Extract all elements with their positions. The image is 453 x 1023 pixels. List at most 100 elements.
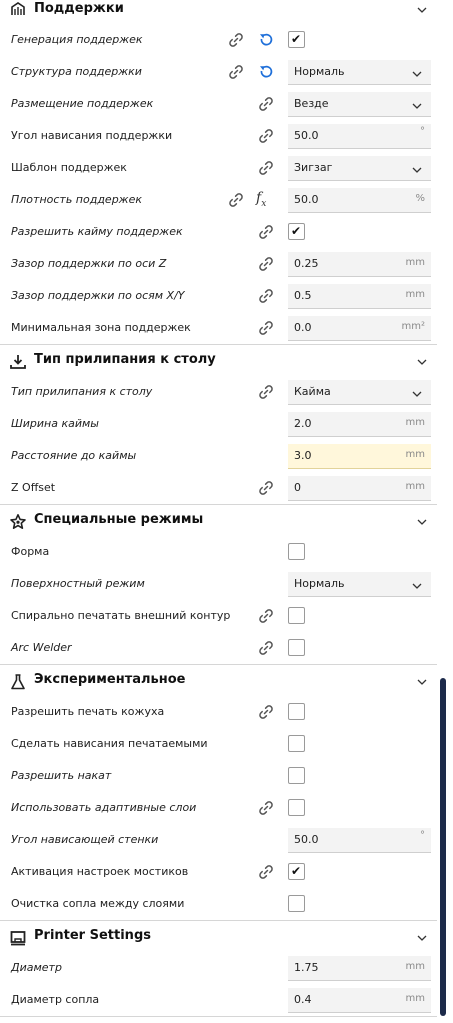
setting-row: Структура поддержки Нормаль xyxy=(0,56,437,88)
checkbox[interactable]: ✔ xyxy=(288,31,305,48)
setting-label: Генерация поддержек xyxy=(11,33,143,46)
setting-label: Z Offset xyxy=(11,481,56,494)
setting-label: Поверхностный режим xyxy=(11,577,145,590)
link-icon[interactable] xyxy=(227,63,245,81)
dropdown-select[interactable]: Зигзаг xyxy=(288,156,431,181)
check-icon: ✔ xyxy=(291,32,302,46)
input-value: 0.4 xyxy=(294,993,312,1006)
section-header-3[interactable]: Экспериментальное xyxy=(0,664,437,696)
fx-subscript: x xyxy=(261,198,267,209)
setting-row: Спирально печатать внешний контур xyxy=(0,600,437,632)
chevron-down-icon xyxy=(410,66,422,78)
setting-label: Зазор поддержки по оси Z xyxy=(11,257,167,270)
value-input[interactable]: 3.0 mm xyxy=(288,444,431,469)
section-header-2[interactable]: Специальные режимы xyxy=(0,504,437,536)
scrollbar[interactable] xyxy=(440,678,446,1016)
checkbox[interactable]: ✔ xyxy=(288,863,305,880)
select-value: Нормаль xyxy=(294,65,345,78)
function-icon[interactable]: fx xyxy=(256,190,266,209)
link-icon[interactable] xyxy=(257,319,275,337)
section-title: Поддержки xyxy=(34,1,124,16)
input-value: 1.75 xyxy=(294,961,319,974)
setting-row: Диаметр 1.75 mm xyxy=(0,952,437,984)
value-input[interactable]: 1.75 mm xyxy=(288,956,431,981)
checkbox[interactable] xyxy=(288,735,305,752)
setting-row: Разрешить печать кожуха xyxy=(0,696,437,728)
checkbox[interactable] xyxy=(288,767,305,784)
section-title: Тип прилипания к столу xyxy=(34,352,216,367)
setting-label: Очистка сопла между слоями xyxy=(11,897,185,910)
value-input[interactable]: 0.25 mm xyxy=(288,252,431,277)
setting-label: Структура поддержки xyxy=(11,65,142,78)
link-icon[interactable] xyxy=(257,799,275,817)
dropdown-select[interactable]: Кайма xyxy=(288,380,431,405)
setting-label: Расстояние до каймы xyxy=(11,449,137,462)
dropdown-select[interactable]: Нормаль xyxy=(288,60,431,85)
unit-label: mm xyxy=(405,449,425,460)
setting-row: Использовать адаптивные слои xyxy=(0,792,437,824)
select-value: Кайма xyxy=(294,385,331,398)
chevron-down-icon[interactable] xyxy=(415,2,429,16)
setting-label: Спирально печатать внешний контур xyxy=(11,609,231,622)
value-input[interactable]: 50.0% xyxy=(288,188,431,213)
unit-label: ° xyxy=(420,126,425,137)
link-icon[interactable] xyxy=(257,863,275,881)
unit-label: mm xyxy=(405,481,425,492)
link-icon[interactable] xyxy=(257,479,275,497)
chevron-down-icon xyxy=(410,386,422,398)
chevron-down-icon[interactable] xyxy=(415,354,429,368)
unit-label: mm xyxy=(405,289,425,300)
checkbox[interactable] xyxy=(288,799,305,816)
link-icon[interactable] xyxy=(257,703,275,721)
reset-icon[interactable] xyxy=(257,31,275,49)
value-input[interactable]: 0.4 mm xyxy=(288,988,431,1013)
checkbox[interactable]: ✔ xyxy=(288,223,305,240)
link-icon[interactable] xyxy=(227,191,245,209)
value-input[interactable]: 0.0 mm² xyxy=(288,316,431,341)
setting-row: Сделать нависания печатаемыми xyxy=(0,728,437,760)
setting-label: Угол нависания поддержки xyxy=(11,129,173,142)
input-value: 50.0 xyxy=(294,193,319,206)
unit-label: mm xyxy=(405,257,425,268)
checkbox[interactable] xyxy=(288,607,305,624)
checkbox[interactable] xyxy=(288,895,305,912)
setting-row: Очистка сопла между слоями xyxy=(0,888,437,920)
unit-label: mm xyxy=(405,961,425,972)
link-icon[interactable] xyxy=(257,127,275,145)
link-icon[interactable] xyxy=(257,287,275,305)
link-icon[interactable] xyxy=(257,223,275,241)
link-icon[interactable] xyxy=(227,31,245,49)
link-icon[interactable] xyxy=(257,95,275,113)
section-header-4[interactable]: Printer Settings xyxy=(0,920,437,952)
section-header-1[interactable]: Тип прилипания к столу xyxy=(0,344,437,376)
input-value: 50.0 xyxy=(294,129,319,142)
checkbox[interactable] xyxy=(288,639,305,656)
checkbox[interactable] xyxy=(288,543,305,560)
setting-row: Минимальная зона поддержек 0.0 mm² xyxy=(0,312,437,344)
link-icon[interactable] xyxy=(257,383,275,401)
print-settings-panel: Поддержки Генерация поддержек ✔ Структура п… xyxy=(0,0,437,1023)
select-value: Зигзаг xyxy=(294,161,333,174)
value-input[interactable]: 0.5 mm xyxy=(288,284,431,309)
link-icon[interactable] xyxy=(257,159,275,177)
setting-row: Z Offset 0 mm xyxy=(0,472,437,504)
setting-row: Генерация поддержек ✔ xyxy=(0,24,437,56)
value-input[interactable]: 50.0 ° xyxy=(288,124,431,149)
chevron-down-icon[interactable] xyxy=(415,930,429,944)
link-icon[interactable] xyxy=(257,255,275,273)
value-input[interactable]: 50.0 ° xyxy=(288,828,431,853)
section-header-0[interactable]: Поддержки xyxy=(0,0,437,24)
flask-icon xyxy=(9,673,27,691)
link-icon[interactable] xyxy=(257,607,275,625)
dropdown-select[interactable]: Нормаль xyxy=(288,572,431,597)
value-input[interactable]: 0 mm xyxy=(288,476,431,501)
reset-icon[interactable] xyxy=(257,63,275,81)
dropdown-select[interactable]: Везде xyxy=(288,92,431,117)
chevron-down-icon[interactable] xyxy=(415,514,429,528)
chevron-down-icon[interactable] xyxy=(415,674,429,688)
setting-row: Активация настроек мостиков ✔ xyxy=(0,856,437,888)
link-icon[interactable] xyxy=(257,639,275,657)
setting-label: Использовать адаптивные слои xyxy=(11,801,197,814)
checkbox[interactable] xyxy=(288,703,305,720)
value-input[interactable]: 2.0 mm xyxy=(288,412,431,437)
